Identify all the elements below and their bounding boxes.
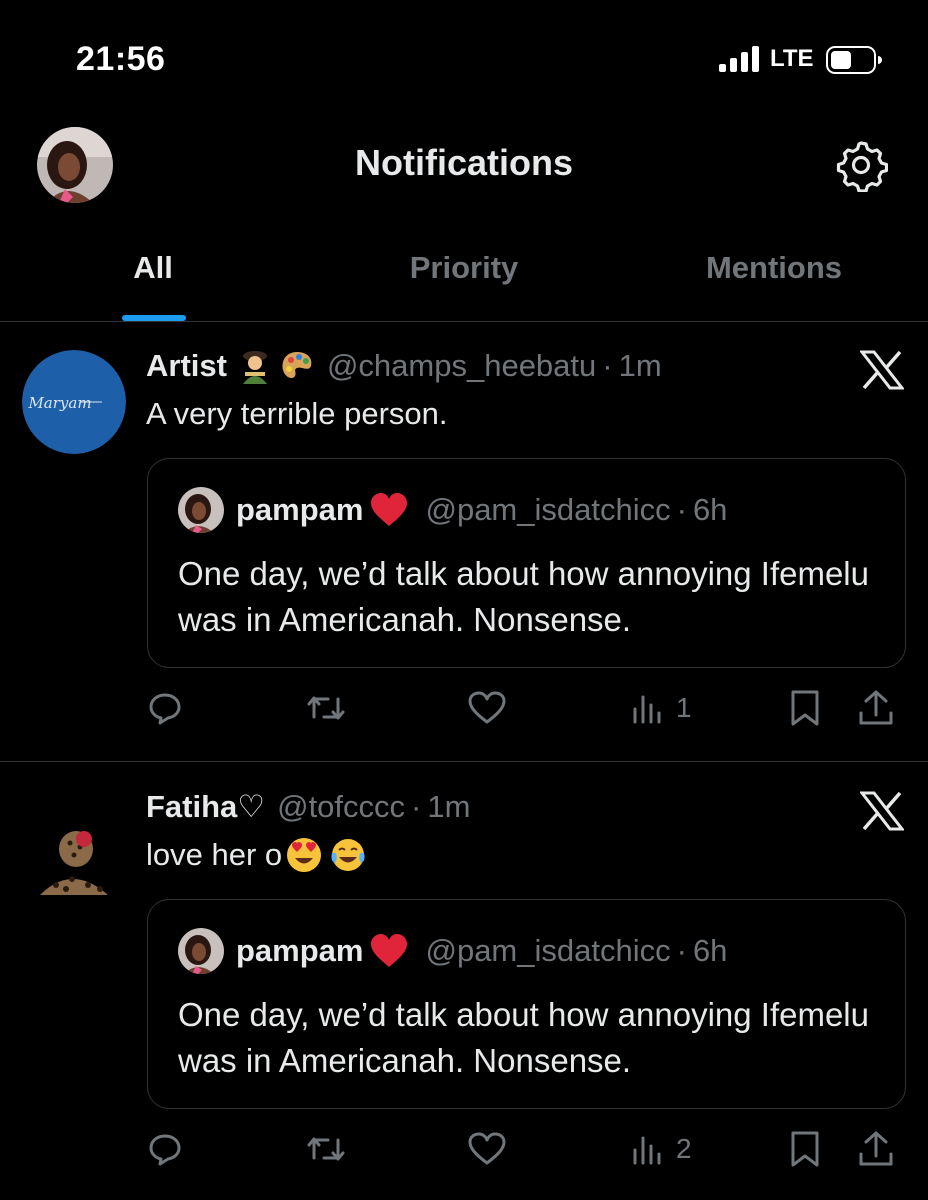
reply-button[interactable] — [148, 686, 182, 730]
quoted-post-time: 6h — [692, 933, 728, 968]
retweet-button[interactable] — [306, 1127, 346, 1171]
active-tab-indicator — [122, 315, 186, 321]
notification-header: Fatiha♡ @tofcccc · 1m — [146, 789, 470, 825]
user-avatar[interactable] — [22, 791, 126, 895]
meta-separator: · — [676, 933, 687, 968]
retweet-button[interactable] — [306, 686, 346, 730]
retweet-icon — [307, 1137, 345, 1161]
user-name[interactable]: Fatiha♡ — [146, 789, 265, 825]
retweet-icon — [307, 696, 345, 720]
reply-icon — [149, 1134, 181, 1166]
share-button[interactable] — [858, 686, 894, 730]
network-type: LTE — [770, 45, 814, 72]
quoted-user-avatar — [178, 928, 224, 974]
share-icon — [859, 690, 893, 725]
status-time: 21:56 — [76, 40, 166, 78]
post-actions: 2 — [0, 1127, 928, 1177]
post-text-row: love her o — [146, 837, 366, 873]
quoted-user-avatar — [178, 487, 224, 533]
meta-separator: · — [602, 348, 613, 383]
meta-separator: · — [676, 492, 687, 527]
views-button[interactable]: 2 — [630, 1127, 692, 1171]
red-heart-emoji — [371, 934, 408, 967]
views-icon — [633, 695, 661, 724]
share-icon — [859, 1131, 893, 1166]
post-text: love her o — [146, 837, 283, 872]
post-text: A very terrible person. — [146, 396, 448, 431]
views-count: 1 — [676, 692, 692, 723]
like-button[interactable] — [467, 686, 507, 730]
user-handle[interactable]: @champs_heebatu — [327, 348, 596, 384]
red-heart-emoji — [371, 493, 408, 526]
post-actions: 1 — [0, 686, 928, 736]
bookmark-button[interactable] — [788, 686, 822, 730]
artist-emoji — [242, 351, 267, 384]
quoted-post-time: 6h — [692, 492, 728, 527]
like-button[interactable] — [467, 1127, 507, 1171]
top-header: Notifications — [0, 120, 928, 210]
page-title: Notifications — [354, 142, 573, 183]
quoted-post-text: One day, we’d talk about how annoying If… — [178, 996, 869, 1079]
notification-item[interactable]: Fatiha♡ @tofcccc · 1m love her o pampam … — [0, 763, 928, 1200]
tab-all[interactable]: All — [100, 250, 206, 286]
user-handle[interactable]: @tofcccc — [277, 789, 405, 825]
meta-separator: · — [411, 789, 422, 824]
reply-icon — [149, 693, 181, 725]
bookmark-icon — [791, 690, 819, 726]
status-bar: 21:56 LTE — [0, 0, 928, 120]
views-button[interactable]: 1 — [630, 686, 692, 730]
quoted-post[interactable]: pampam @pam_isdatchicc · 6h One day, we’… — [147, 899, 906, 1109]
tab-mentions[interactable]: Mentions — [664, 250, 884, 286]
quoted-user-name: pampam — [236, 492, 364, 527]
views-icon — [633, 1136, 661, 1165]
user-name[interactable]: Artist — [146, 348, 227, 384]
quoted-post-header: pampam @pam_isdatchicc · 6h — [178, 928, 727, 974]
like-icon — [468, 691, 506, 724]
x-logo-icon — [860, 350, 904, 390]
quoted-user-handle: @pam_isdatchicc — [425, 492, 671, 527]
bookmark-button[interactable] — [788, 1127, 822, 1171]
battery-icon — [826, 46, 882, 74]
quoted-user-handle: @pam_isdatchicc — [425, 933, 671, 968]
bookmark-icon — [791, 1131, 819, 1167]
views-count: 2 — [676, 1133, 692, 1164]
settings-gear-icon[interactable] — [834, 138, 888, 192]
reply-button[interactable] — [148, 1127, 182, 1171]
avatar-logo-text: Maryam — [27, 394, 91, 412]
quoted-post[interactable]: pampam @pam_isdatchicc · 6h One day, we’… — [147, 458, 906, 668]
notification-tabs: All Priority Mentions — [0, 230, 928, 322]
tab-priority[interactable]: Priority — [360, 250, 568, 286]
heart-eyes-emoji — [287, 838, 322, 872]
like-icon — [468, 1132, 506, 1165]
notification-item[interactable]: Maryam Artist @champs_heebatu · 1m A ver… — [0, 322, 928, 762]
user-avatar[interactable]: Maryam — [22, 350, 126, 454]
notification-header: Artist @champs_heebatu · 1m — [146, 348, 662, 384]
share-button[interactable] — [858, 1127, 894, 1171]
quoted-user-name: pampam — [236, 933, 364, 968]
quoted-post-header: pampam @pam_isdatchicc · 6h — [178, 487, 727, 533]
post-time: 1m — [427, 789, 471, 824]
post-time: 1m — [618, 348, 662, 383]
x-logo-icon — [860, 791, 904, 831]
quoted-post-text: One day, we’d talk about how annoying If… — [178, 555, 869, 638]
tears-of-joy-emoji — [331, 839, 365, 871]
signal-bars-icon — [719, 46, 759, 72]
palette-emoji — [282, 352, 312, 378]
